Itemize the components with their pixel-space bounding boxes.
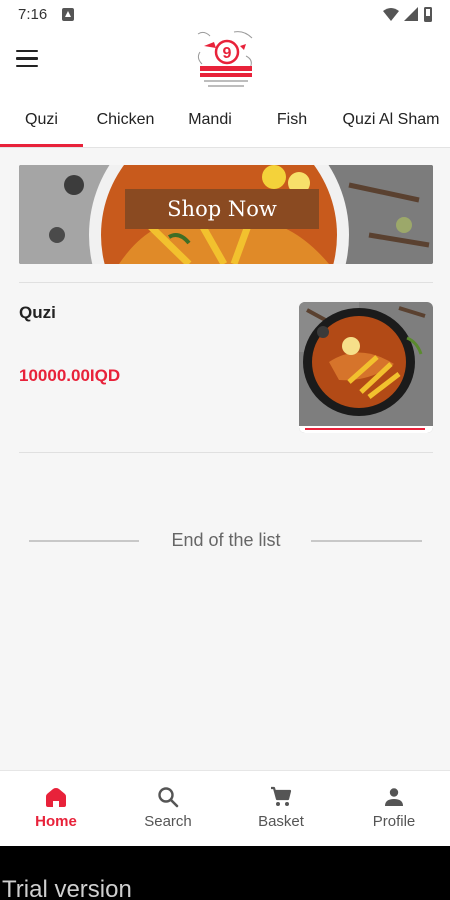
nav-home[interactable]: Home <box>0 771 112 847</box>
restaurant-logo: 9 <box>194 28 258 94</box>
menu-button[interactable] <box>16 50 40 72</box>
end-of-list-text: End of the list <box>171 530 281 550</box>
tab-chicken[interactable]: Chicken <box>83 100 168 147</box>
product-image <box>299 302 433 433</box>
shop-now-button[interactable]: Shop Now <box>125 189 319 229</box>
status-bar: 7:16 <box>0 0 450 30</box>
trial-banner: Trial version <box>0 846 450 900</box>
app-header: 9 <box>0 28 450 100</box>
wifi-icon <box>383 8 399 21</box>
tab-quzi-al-sham[interactable]: Quzi Al Sham <box>332 100 450 147</box>
end-line-left <box>29 540 139 542</box>
svg-text:9: 9 <box>223 45 232 62</box>
nav-search-label: Search <box>144 813 192 830</box>
product-price: 10000.00IQD <box>19 366 121 385</box>
home-icon <box>46 788 66 807</box>
hamburger-menu-icon <box>16 50 38 53</box>
promo-banner[interactable]: Shop Now <box>19 165 433 264</box>
profile-icon <box>385 788 403 806</box>
trial-version-text: Trial version <box>2 876 132 900</box>
cart-icon <box>271 786 292 806</box>
nav-basket-label: Basket <box>258 813 304 830</box>
category-tabs: Quzi Chicken Mandi Fish Quzi Al Sham <box>0 100 450 148</box>
signal-icon <box>404 7 418 21</box>
search-icon <box>158 787 179 808</box>
nav-home-label: Home <box>35 813 77 830</box>
status-icons <box>383 7 432 22</box>
product-name: Quzi <box>19 303 56 322</box>
tab-fish[interactable]: Fish <box>252 100 332 147</box>
nav-profile[interactable]: Profile <box>338 771 450 847</box>
bottom-navigation: Home Search Basket Profile <box>0 770 450 846</box>
nav-search[interactable]: Search <box>112 771 224 847</box>
divider <box>19 282 433 283</box>
nav-profile-label: Profile <box>372 813 416 830</box>
tab-mandi[interactable]: Mandi <box>168 100 252 147</box>
nav-basket[interactable]: Basket <box>225 771 337 847</box>
divider <box>19 452 433 453</box>
tab-quzi[interactable]: Quzi <box>0 100 83 147</box>
notification-icon <box>62 8 74 21</box>
status-time: 7:16 <box>18 6 48 23</box>
end-line-right <box>311 540 422 542</box>
